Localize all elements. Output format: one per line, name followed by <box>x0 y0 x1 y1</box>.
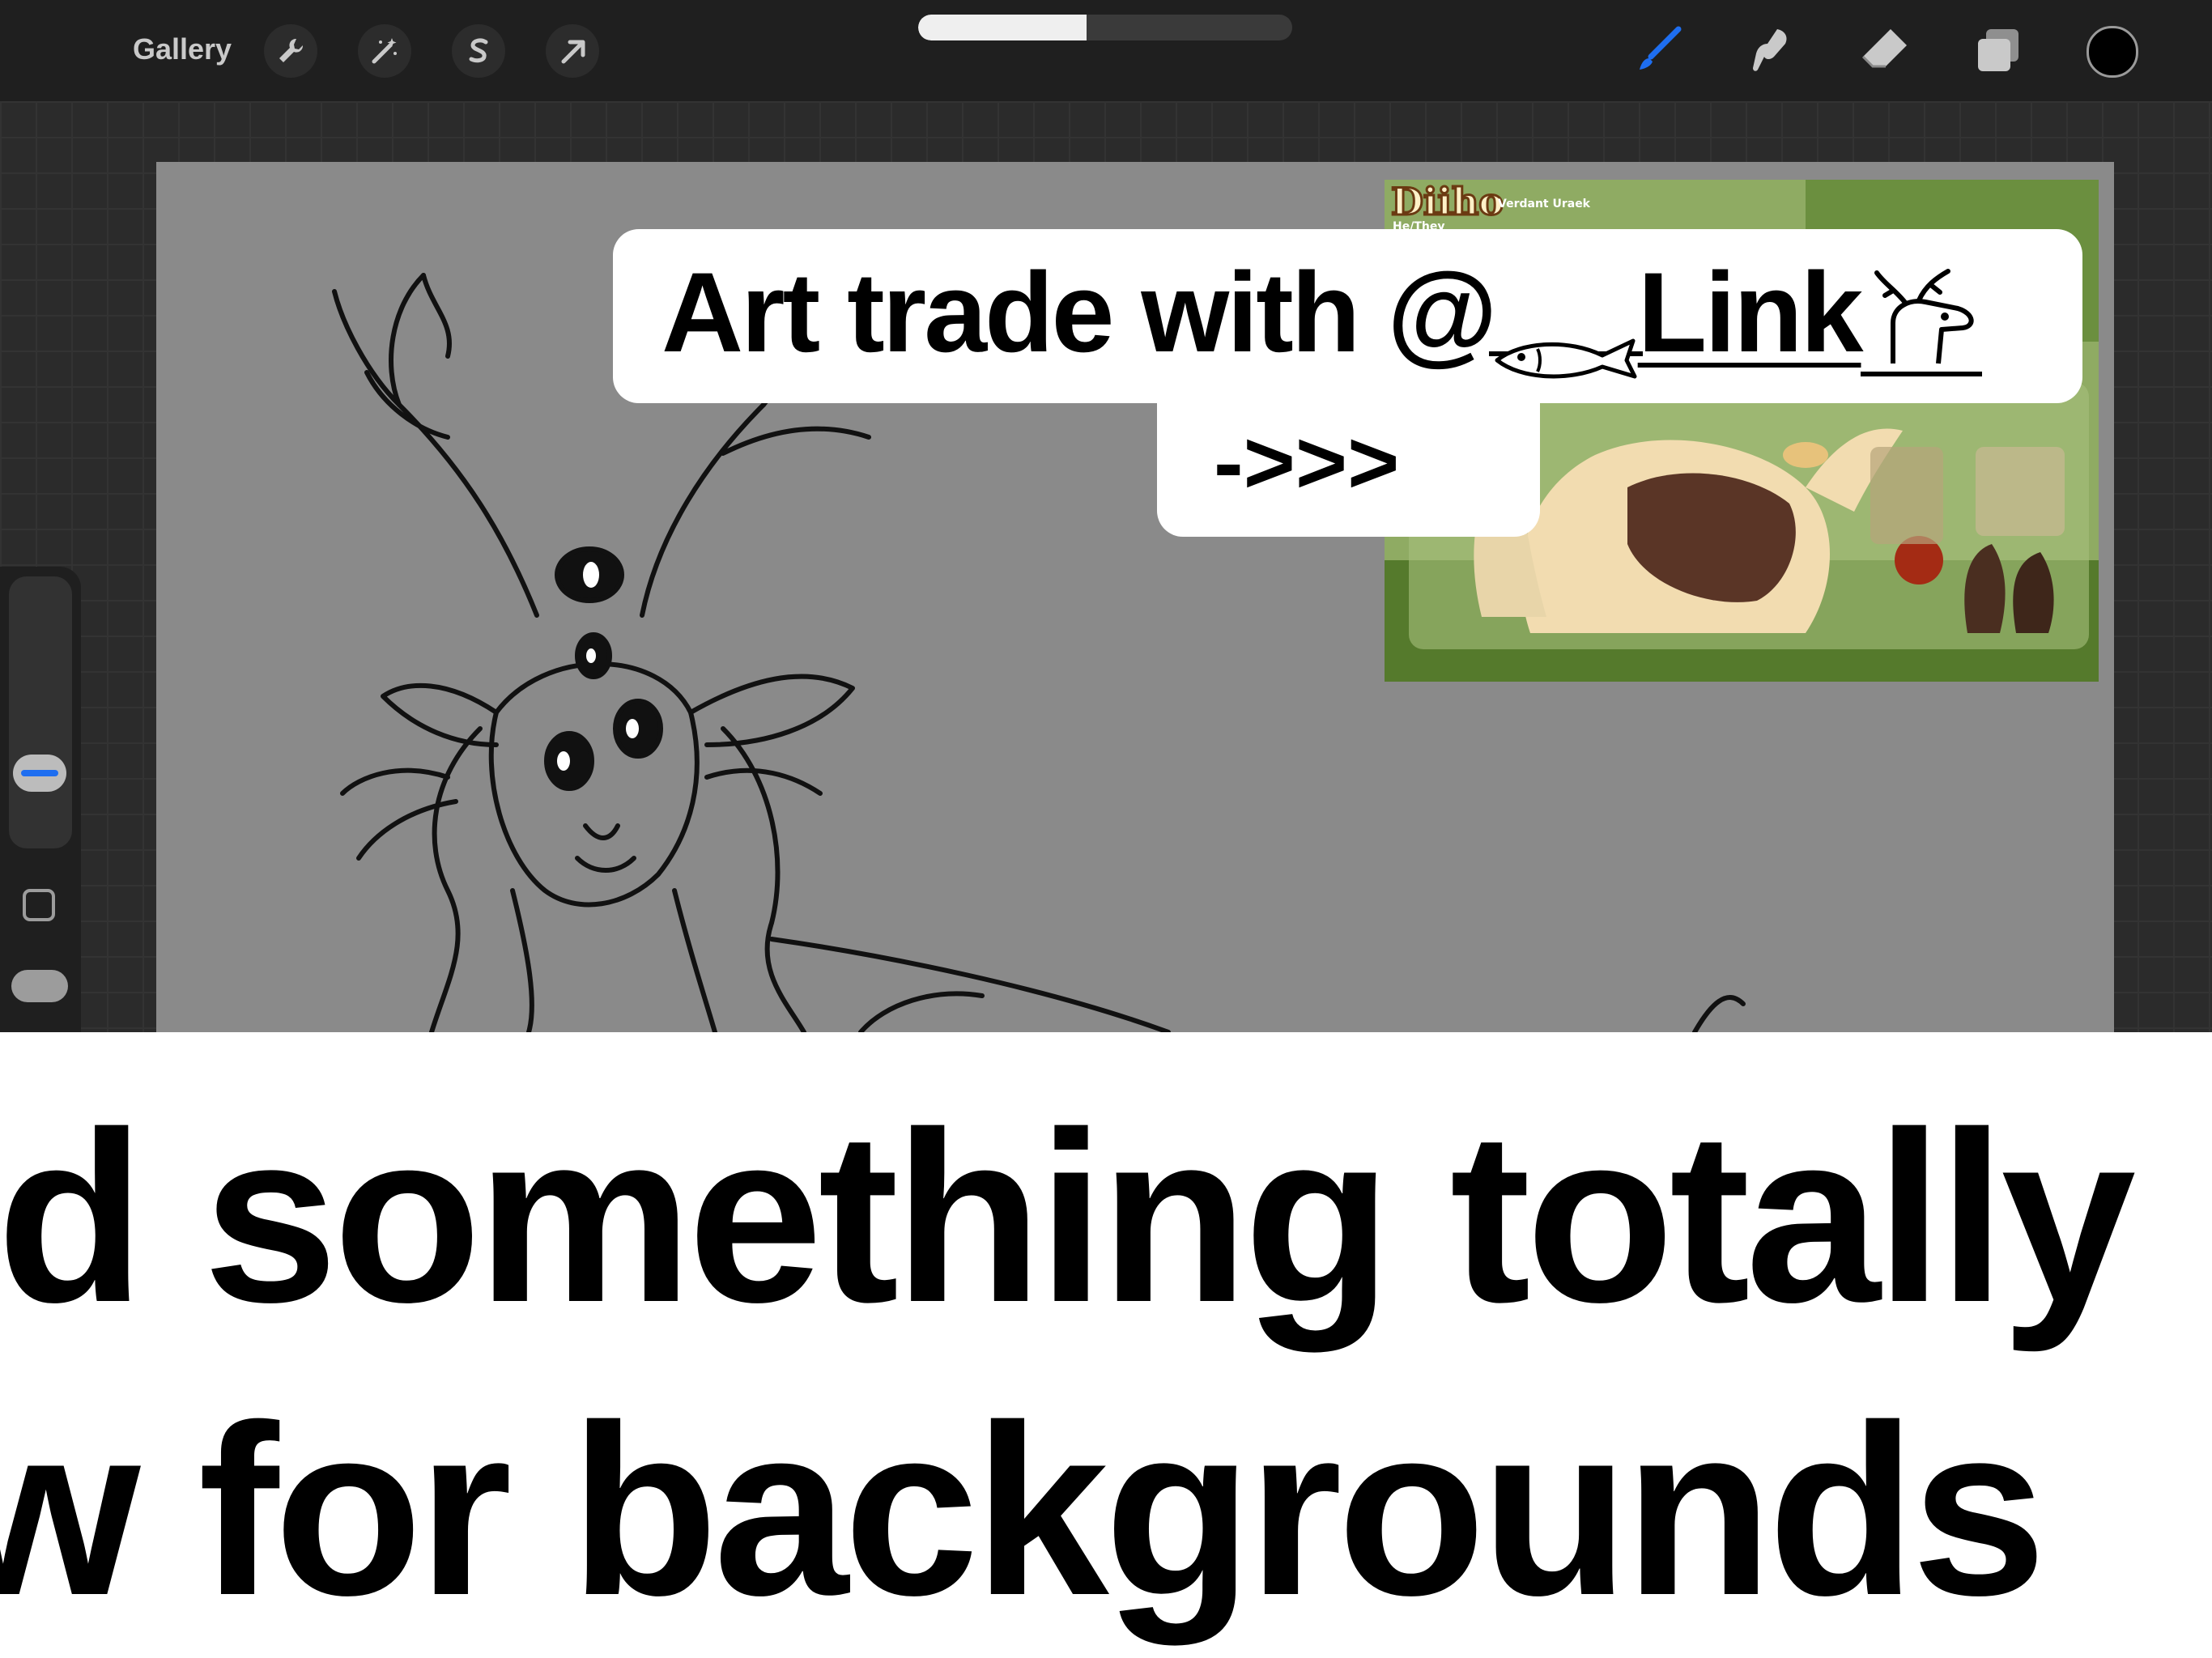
opacity-slider-handle[interactable] <box>11 970 68 1002</box>
overlay-title-prefix: Art trade with @ <box>661 249 1498 376</box>
magic-wand-icon[interactable] <box>358 24 411 78</box>
selection-icon[interactable] <box>452 24 505 78</box>
wrench-icon[interactable] <box>264 24 317 78</box>
reference-species: Verdant Uraek <box>1498 198 1590 210</box>
smudge-icon[interactable] <box>1742 24 1801 78</box>
caption-overlay: d something totally w for backgrounds <box>0 1032 2212 1658</box>
overlay-title: Art trade with @ Link <box>661 247 1983 379</box>
eraser-icon[interactable] <box>1856 24 1914 78</box>
transform-arrow-icon[interactable] <box>546 24 599 78</box>
top-toolbar: Gallery <box>0 0 2212 101</box>
reference-character-name: Diiho <box>1390 180 1505 225</box>
brush-size-slider[interactable] <box>9 576 72 848</box>
overlay-arrow-bubble: ->>> <box>1157 403 1540 537</box>
fish-icon <box>1488 287 1643 379</box>
layers-icon[interactable] <box>1969 24 2027 78</box>
gallery-button[interactable]: Gallery <box>133 32 232 66</box>
overlay-title-name: Link <box>1637 249 1864 376</box>
modify-square-button[interactable] <box>23 889 55 921</box>
brush-icon[interactable] <box>1629 24 1687 78</box>
deer-icon <box>1861 266 1983 377</box>
progress-bar <box>918 15 1292 40</box>
caption-line-2: w for backgrounds <box>0 1374 2047 1646</box>
overlay-title-bubble: Art trade with @ Link <box>613 229 2082 403</box>
overlay-arrow-text: ->>> <box>1214 413 1400 512</box>
brush-size-slider-handle[interactable] <box>13 755 66 792</box>
progress-fill <box>918 15 1087 40</box>
color-picker-swatch[interactable] <box>2087 26 2138 78</box>
slider-handle-mark <box>21 770 58 776</box>
caption-line-1: d something totally <box>0 1081 2136 1353</box>
